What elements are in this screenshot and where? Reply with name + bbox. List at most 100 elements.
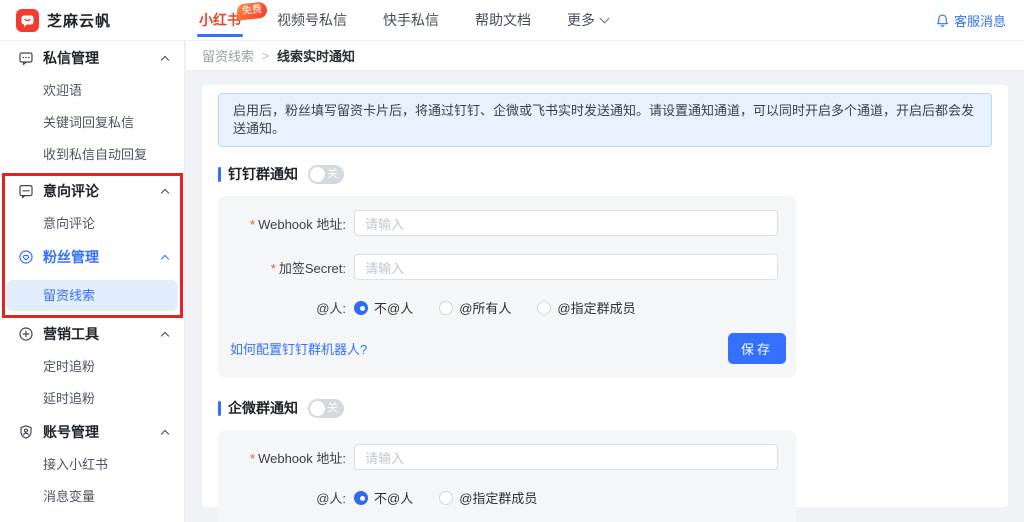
radio-label: @指定群成员	[459, 491, 538, 507]
breadcrumb-current: 线索实时通知	[277, 49, 356, 64]
webhook-label: * Webhook 地址:	[250, 216, 346, 232]
message-icon	[19, 52, 33, 65]
sidebar-section-dm-management[interactable]: 私信管理	[0, 41, 184, 75]
tab-video-dm[interactable]: 视频号私信	[277, 0, 347, 41]
sidebar-item-welcome-message[interactable]: 欢迎语	[0, 75, 184, 107]
service-message-label: 客服消息	[953, 13, 1006, 29]
service-message-link[interactable]: 客服消息	[935, 11, 1006, 30]
active-tab-underline	[197, 33, 243, 37]
sidebar-item-intent-comments[interactable]: 意向评论	[0, 208, 184, 240]
tab-label: 快手私信	[383, 12, 439, 28]
dingtalk-secret-input[interactable]: 请输入	[354, 254, 778, 281]
breadcrumb-parent[interactable]: 留资线索	[202, 46, 254, 65]
info-banner-text: 启用后，粉丝填写留资卡片后，将通过钉钉、企微或飞书实时发送通知。请设置通知通道，…	[233, 103, 975, 137]
comment-icon	[19, 184, 33, 199]
wecom-toggle[interactable]: 关	[308, 398, 344, 418]
sidebar-section-fans-management[interactable]: 粉丝管理	[0, 240, 184, 274]
chevron-up-icon	[160, 254, 170, 263]
radio-unselected-icon	[439, 300, 454, 315]
required-mark: *	[250, 450, 256, 466]
app-logo-icon	[16, 8, 39, 32]
sidebar-item-lead-clues[interactable]: 留资线索	[6, 280, 178, 311]
chevron-up-icon	[160, 55, 170, 64]
toggle-knob	[310, 400, 325, 416]
toggle-off-label: 关	[327, 401, 338, 414]
chevron-up-icon	[160, 188, 170, 197]
section-marker	[218, 400, 221, 416]
chevron-up-icon	[160, 331, 170, 340]
section-marker	[218, 166, 221, 182]
content-card: 启用后，粉丝填写留资卡片后，将通过钉钉、企微或飞书实时发送通知。请设置通知通道，…	[202, 85, 1008, 522]
tab-label: 视频号私信	[277, 12, 347, 28]
wecom-webhook-input[interactable]: 请输入	[354, 444, 778, 471]
free-badge: 免费	[236, 0, 268, 21]
fans-icon	[19, 250, 33, 264]
tab-kuaishou-dm[interactable]: 快手私信	[383, 0, 439, 41]
required-mark: *	[270, 260, 276, 276]
radio-unselected-icon	[537, 300, 552, 315]
sidebar-item-message-variables[interactable]: 消息变量	[0, 481, 184, 513]
toggle-off-label: 关	[327, 167, 338, 180]
tab-xiaohongshu[interactable]: 小红书 免费	[197, 0, 268, 41]
sidebar-item-auto-reply[interactable]: 收到私信自动回复	[0, 139, 184, 171]
dingtalk-section-title: 钉钉群通知	[228, 166, 298, 183]
account-icon	[20, 425, 32, 439]
sidebar-section-account-management[interactable]: 账号管理	[0, 415, 184, 449]
dingtalk-panel: * Webhook 地址: 请输入 * 加签Secret: 请输入 @人: 不@人 …	[218, 196, 796, 379]
info-banner: 启用后，粉丝填写留资卡片后，将通过钉钉、企微或飞书实时发送通知。请设置通知通道，…	[218, 93, 992, 148]
radio-unselected-icon	[439, 490, 454, 505]
radio-at-members[interactable]: @指定群成员	[439, 488, 537, 507]
main-content: 留资线索 > 线索实时通知 启用后，粉丝填写留资卡片后，将通过钉钉、企微或飞书实…	[186, 41, 1024, 522]
sidebar-item-scheduled-followup[interactable]: 定时追粉	[0, 351, 184, 383]
sidebar-section-label: 粉丝管理	[43, 249, 99, 265]
tab-label: 帮助文档	[475, 12, 531, 28]
radio-selected-icon	[354, 300, 368, 315]
sidebar-section-marketing-tools[interactable]: 营销工具	[0, 317, 184, 351]
wecom-panel: *Webhook 地址: 请输入 @人: 不@人 @指定群成员 如何配置企微群机	[218, 430, 796, 522]
at-label: @人:	[316, 491, 346, 507]
radio-at-all[interactable]: @所有人	[439, 298, 511, 317]
radio-no-at[interactable]: 不@人	[354, 488, 413, 507]
tab-help-docs[interactable]: 帮助文档	[475, 0, 531, 41]
radio-at-members[interactable]: @指定群成员	[537, 298, 636, 317]
required-mark: *	[250, 216, 256, 232]
top-header: 芝麻云帆 小红书 免费 视频号私信 快手私信 帮助文档 更多 客服消息	[0, 0, 1024, 41]
dingtalk-help-link[interactable]: 如何配置钉钉群机器人?	[230, 339, 367, 358]
at-label: @人:	[316, 301, 346, 317]
breadcrumb-separator: >	[262, 48, 270, 63]
tab-more[interactable]: 更多	[567, 0, 610, 41]
brand-name: 芝麻云帆	[47, 12, 112, 30]
wecom-section-title: 企微群通知	[228, 400, 298, 417]
input-placeholder: 请输入	[365, 260, 405, 276]
sidebar-section-label: 账号管理	[43, 424, 99, 440]
sidebar-section-intent-comments[interactable]: 意向评论	[0, 174, 184, 208]
sidebar-item-connect-xiaohongshu[interactable]: 接入小红书	[0, 449, 184, 481]
sidebar-section-label: 私信管理	[43, 50, 99, 66]
brand: 芝麻云帆	[0, 8, 185, 32]
marketing-icon	[19, 327, 33, 341]
toggle-knob	[310, 166, 325, 182]
tab-label: 小红书	[199, 12, 241, 28]
radio-selected-icon	[354, 490, 368, 505]
radio-label: @指定群成员	[557, 301, 636, 317]
input-placeholder: 请输入	[365, 216, 405, 232]
radio-label: @所有人	[459, 301, 512, 317]
dingtalk-webhook-input[interactable]: 请输入	[354, 210, 778, 237]
sidebar-section-label: 营销工具	[43, 326, 99, 342]
secret-label: * 加签Secret:	[270, 260, 346, 276]
dingtalk-toggle[interactable]: 关	[308, 164, 344, 184]
sidebar-section-label: 意向评论	[43, 183, 99, 199]
radio-no-at[interactable]: 不@人	[354, 298, 413, 317]
dingtalk-section-header: 钉钉群通知 关	[218, 164, 992, 184]
chevron-up-icon	[160, 429, 170, 438]
radio-label: 不@人	[374, 301, 414, 317]
app-window: 芝麻云帆 小红书 免费 视频号私信 快手私信 帮助文档 更多 客服消息 私信管理…	[0, 0, 1024, 522]
sidebar: 私信管理 欢迎语 关键词回复私信 收到私信自动回复 意向评论 意向评论 粉丝管理…	[0, 41, 185, 522]
sidebar-item-delayed-followup[interactable]: 延时追粉	[0, 383, 184, 415]
sidebar-item-keyword-reply[interactable]: 关键词回复私信	[0, 107, 184, 139]
chevron-down-icon	[599, 13, 610, 24]
top-nav: 小红书 免费 视频号私信 快手私信 帮助文档 更多	[197, 0, 610, 41]
radio-label: 不@人	[374, 491, 414, 507]
dingtalk-save-button[interactable]: 保存	[727, 333, 786, 365]
bell-icon	[937, 14, 948, 27]
